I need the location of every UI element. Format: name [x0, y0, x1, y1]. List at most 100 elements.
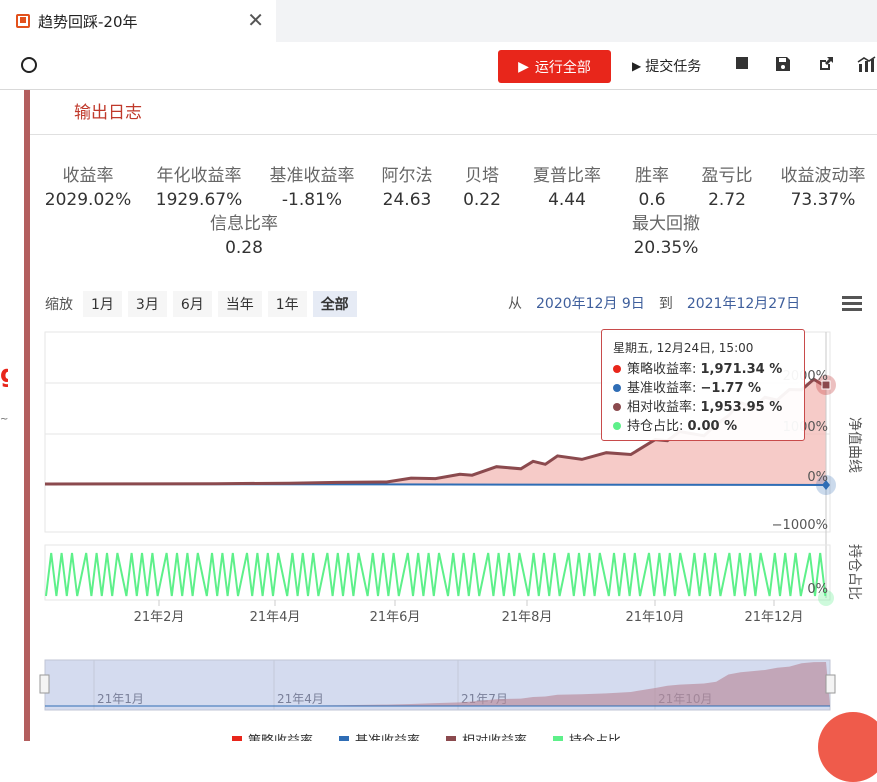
chart-icon[interactable]	[857, 56, 877, 74]
stat-value: 0.22	[463, 190, 501, 210]
range-1m-button[interactable]: 1月	[83, 291, 122, 317]
stat-item: 收益波动率 73.37%	[781, 164, 866, 212]
stat-label: 年化收益率	[156, 166, 242, 186]
toolbar: ▶ 运行全部 ▶ 提交任务	[0, 42, 877, 90]
stat-item: 信息比率 0.28	[210, 212, 278, 260]
stat-label: 收益率	[62, 166, 114, 186]
stat-label: 阿尔法	[381, 166, 433, 186]
stat-label: 收益波动率	[780, 166, 866, 186]
save-icon[interactable]	[774, 56, 792, 74]
stat-item: 夏普比率 4.44	[533, 164, 601, 212]
tooltip-series-value: −1.77 %	[700, 381, 762, 396]
stat-item: 盈亏比 2.72	[702, 164, 753, 212]
tooltip-row: 基准收益率: −1.77 %	[613, 379, 793, 398]
legend-item[interactable]: 持仓占比	[553, 730, 621, 741]
zoom-label: 缩放	[45, 297, 73, 313]
play-icon: ▶	[518, 58, 529, 75]
stop-icon[interactable]	[733, 56, 751, 74]
range-6m-button[interactable]: 6月	[172, 291, 212, 317]
legend-swatch	[232, 736, 242, 741]
kernel-status-icon	[21, 57, 37, 73]
tooltip-series-value: 1,953.95 %	[700, 400, 783, 415]
submit-task-label: 提交任务	[645, 59, 702, 75]
external-link-icon[interactable]	[817, 56, 835, 74]
range-selector: 缩放 1月 3月 6月 当年 1年 全部	[45, 291, 357, 317]
legend-label: 相对收益率	[462, 730, 527, 741]
series-dot-icon	[613, 365, 621, 373]
tooltip-series-name: 基准收益率:	[627, 381, 701, 396]
range-3m-button[interactable]: 3月	[127, 291, 167, 317]
legend-swatch	[553, 736, 564, 741]
legend-item[interactable]: 相对收益率	[446, 730, 527, 741]
floating-action-button[interactable]	[818, 712, 877, 782]
stat-item: 收益率 2029.02%	[45, 164, 131, 212]
stat-item: 年化收益率 1929.67%	[156, 164, 242, 212]
tooltip-title: 星期五, 12月24日, 15:00	[613, 341, 754, 355]
chart-tooltip: 星期五, 12月24日, 15:00 策略收益率: 1,971.34 % 基准收益…	[601, 329, 805, 441]
stat-item: 胜率 0.6	[635, 164, 669, 212]
stat-value: 73.37%	[790, 190, 856, 210]
tooltip-row: 策略收益率: 1,971.34 %	[613, 360, 793, 379]
legend-label: 基准收益率	[355, 730, 420, 741]
stat-value: 20.35%	[633, 238, 699, 258]
stat-label: 盈亏比	[701, 166, 753, 186]
left-edge-tilde: ~	[0, 414, 9, 425]
stat-value: 0.28	[225, 238, 263, 258]
legend-item[interactable]: 基准收益率	[339, 730, 420, 741]
tab-backtest[interactable]: 趋势回踩-20年 ✕	[0, 0, 276, 42]
chart-menu-icon[interactable]	[842, 296, 862, 314]
stat-value: 2029.02%	[44, 190, 132, 210]
run-all-button[interactable]: ▶ 运行全部	[498, 50, 611, 83]
stat-item: 阿尔法 24.63	[382, 164, 433, 212]
range-ytd-button[interactable]: 当年	[217, 291, 262, 317]
stat-value: 4.44	[548, 190, 586, 210]
stat-label: 贝塔	[464, 166, 499, 186]
stat-label: 基准收益率	[269, 166, 355, 186]
stat-value: 24.63	[382, 190, 432, 210]
legend-item[interactable]: 策略收益率	[232, 730, 313, 741]
from-label: 从	[508, 296, 522, 312]
divider	[30, 134, 877, 135]
tooltip-series-name: 相对收益率:	[627, 400, 701, 415]
stat-value: 2.72	[708, 190, 746, 210]
stat-item: 贝塔 0.22	[463, 164, 501, 212]
to-date-input[interactable]: 2021年12月27日	[687, 293, 800, 313]
bookmark-icon	[16, 14, 30, 28]
tooltip-series-value: 1,971.34 %	[700, 362, 783, 377]
stat-item: 最大回撤 20.35%	[632, 212, 700, 260]
tooltip-row: 相对收益率: 1,953.95 %	[613, 398, 793, 417]
date-range: 从 2020年12月 9日 到 2021年12月27日	[508, 293, 800, 313]
stat-label: 胜率	[635, 166, 669, 186]
stat-item: 基准收益率 -1.81%	[270, 164, 355, 212]
series-dot-icon	[613, 422, 621, 430]
range-all-button[interactable]: 全部	[312, 291, 357, 317]
chart-legend: 策略收益率 基准收益率 相对收益率 持仓占比	[232, 730, 621, 741]
tab-bar: 趋势回踩-20年 ✕	[0, 0, 877, 42]
stat-value: -1.81%	[281, 190, 343, 210]
tooltip-series-name: 持仓占比:	[627, 419, 688, 434]
legend-label: 持仓占比	[569, 730, 621, 741]
legend-swatch	[339, 736, 350, 741]
legend-swatch	[446, 736, 457, 741]
stat-label: 夏普比率	[533, 166, 601, 186]
stat-value: 1929.67%	[155, 190, 243, 210]
run-all-label: 运行全部	[534, 59, 591, 76]
left-edge-glyph: g	[0, 360, 8, 388]
submit-task-button[interactable]: ▶ 提交任务	[632, 56, 701, 76]
legend-label: 策略收益率	[248, 730, 313, 741]
from-date-input[interactable]: 2020年12月 9日	[536, 293, 645, 313]
tab-title: 趋势回踩-20年	[38, 12, 138, 31]
tooltip-series-name: 策略收益率:	[627, 362, 701, 377]
series-dot-icon	[613, 403, 621, 411]
tooltip-series-value: 0.00 %	[687, 419, 738, 434]
output-log-title: 输出日志	[74, 103, 142, 123]
stat-value: 0.6	[638, 190, 666, 210]
series-dot-icon	[613, 384, 621, 392]
stat-label: 信息比率	[210, 214, 278, 234]
range-1y-button[interactable]: 1年	[267, 291, 307, 317]
tooltip-row: 持仓占比: 0.00 %	[613, 417, 793, 436]
to-label: 到	[658, 296, 673, 312]
close-icon[interactable]: ✕	[247, 9, 264, 31]
play-outline-icon: ▶	[632, 59, 642, 73]
stat-label: 最大回撤	[632, 214, 700, 234]
